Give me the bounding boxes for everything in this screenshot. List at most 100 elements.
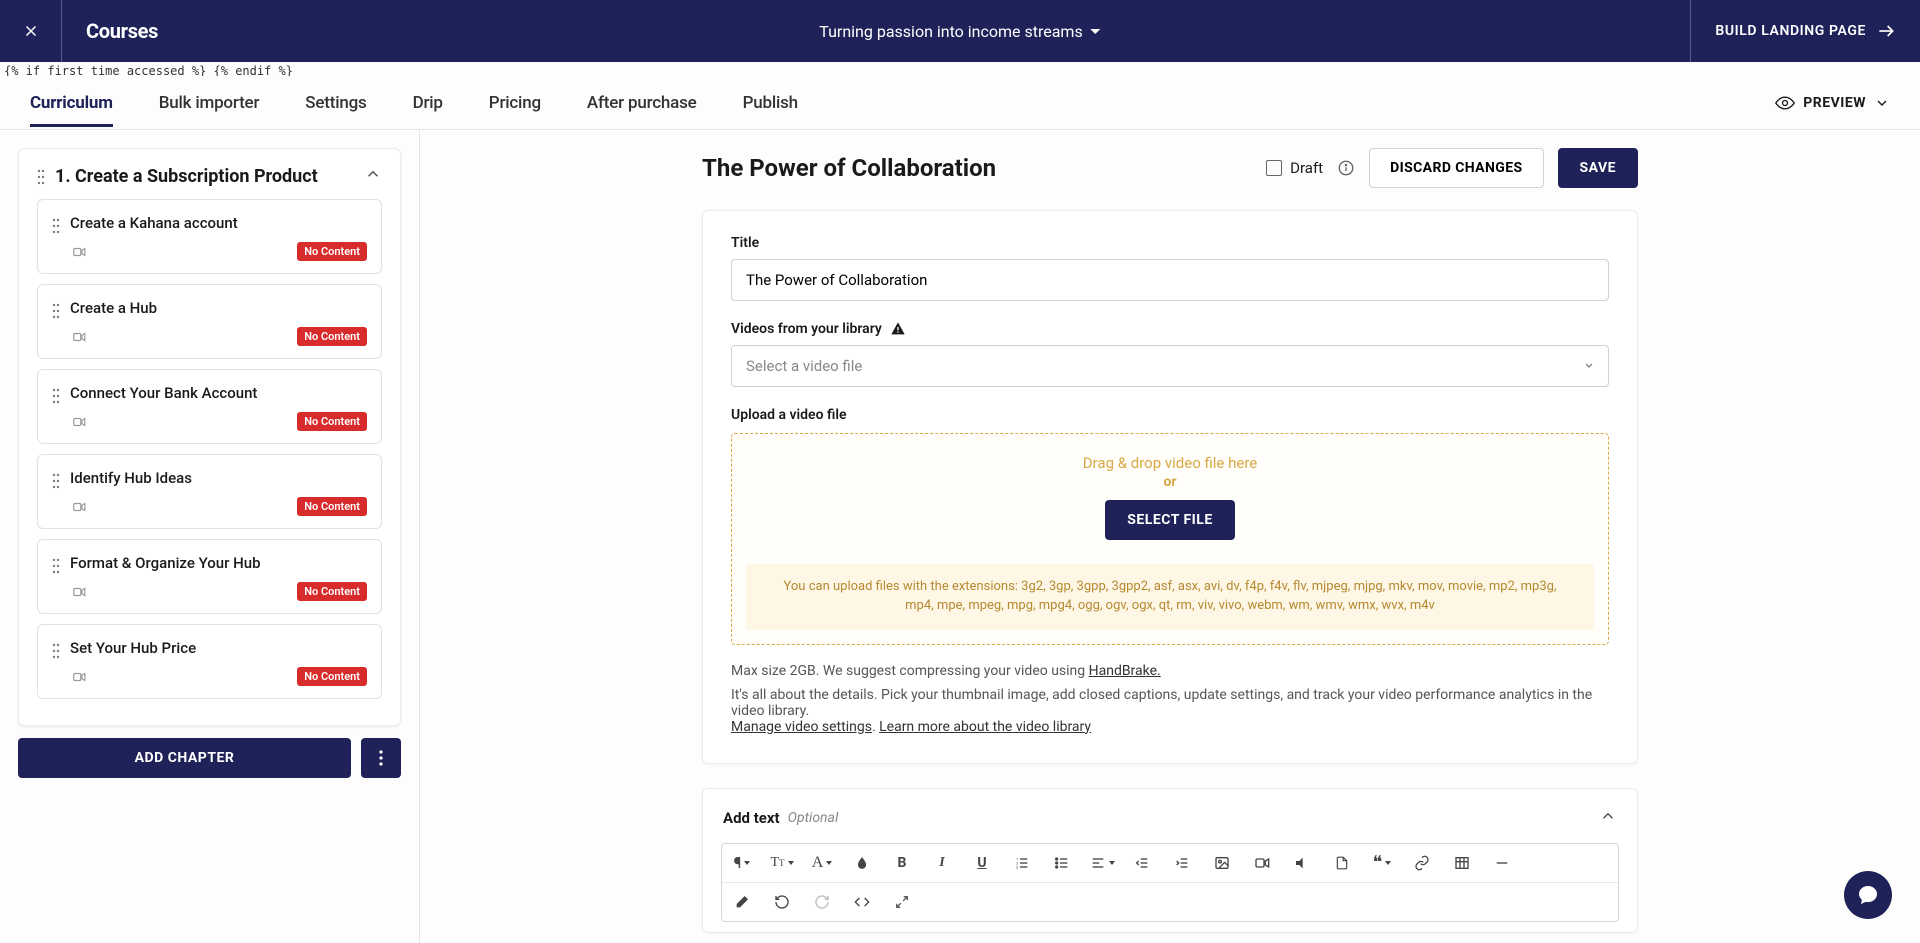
lesson-item[interactable]: Create a HubNo Content (37, 284, 382, 359)
video-icon (70, 585, 88, 599)
outdent-button[interactable] (1122, 844, 1162, 882)
insert-audio-button[interactable] (1282, 844, 1322, 882)
blockquote-button[interactable]: ❝ (1362, 844, 1402, 882)
drag-handle-icon[interactable] (52, 214, 60, 261)
tab-publish[interactable]: Publish (743, 79, 798, 127)
select-file-button[interactable]: SELECT FILE (1105, 500, 1234, 540)
upload-label: Upload a video file (731, 407, 1609, 423)
insert-video-button[interactable] (1242, 844, 1282, 882)
details-hint-text: It's all about the details. Pick your th… (731, 687, 1592, 719)
insert-image-button[interactable] (1202, 844, 1242, 882)
add-chapter-button[interactable]: ADD CHAPTER (18, 738, 351, 778)
no-content-badge: No Content (297, 242, 367, 261)
video-panel: Title Videos from your library Select a … (702, 210, 1638, 764)
ordered-list-button[interactable]: 123 (1002, 844, 1042, 882)
add-text-header[interactable]: Add text Optional (703, 789, 1637, 843)
lesson-list: Create a Kahana accountNo Content Create … (37, 199, 382, 709)
tab-pricing[interactable]: Pricing (489, 79, 541, 127)
lesson-item[interactable]: Create a Kahana accountNo Content (37, 199, 382, 274)
upload-dropzone[interactable]: Drag & drop video file here or SELECT FI… (731, 433, 1609, 645)
no-content-badge: No Content (297, 497, 367, 516)
insert-table-button[interactable] (1442, 844, 1482, 882)
tab-curriculum[interactable]: Curriculum (30, 79, 113, 127)
sidebar: 1. Create a Subscription Product Create … (0, 130, 420, 943)
chapter-more-button[interactable] (361, 738, 401, 778)
italic-button[interactable]: I (922, 844, 962, 882)
volume-icon (1294, 855, 1310, 871)
table-icon (1454, 855, 1470, 871)
indent-button[interactable] (1162, 844, 1202, 882)
align-button[interactable] (1082, 844, 1122, 882)
discard-button[interactable]: DISCARD CHANGES (1369, 148, 1543, 188)
title-input[interactable] (731, 259, 1609, 301)
save-button[interactable]: SAVE (1558, 148, 1639, 188)
library-label: Videos from your library (731, 321, 882, 337)
insert-file-button[interactable] (1322, 844, 1362, 882)
drag-handle-icon[interactable] (52, 639, 60, 686)
horizontal-rule-button[interactable] (1482, 844, 1522, 882)
unordered-list-button[interactable] (1042, 844, 1082, 882)
video-library-placeholder: Select a video file (746, 357, 862, 375)
insert-link-button[interactable] (1402, 844, 1442, 882)
video-library-select[interactable]: Select a video file (731, 345, 1609, 387)
preview-label: PREVIEW (1803, 95, 1866, 111)
warning-icon (890, 321, 906, 337)
build-landing-page-button[interactable]: BUILD LANDING PAGE (1690, 0, 1920, 62)
drag-handle-icon[interactable] (37, 165, 45, 185)
drag-handle-icon[interactable] (52, 299, 60, 346)
font-size-button[interactable]: TT (762, 844, 802, 882)
lesson-item[interactable]: Set Your Hub PriceNo Content (37, 624, 382, 699)
draft-checkbox[interactable] (1266, 160, 1282, 176)
handbrake-link[interactable]: HandBrake. (1089, 663, 1161, 679)
size-hint: Max size 2GB. We suggest compressing you… (731, 663, 1609, 679)
eraser-icon (734, 894, 750, 910)
chapter-collapse-toggle[interactable] (364, 165, 382, 187)
topbar: Courses Turning passion into income stre… (0, 0, 1920, 62)
lesson-title: Connect Your Bank Account (70, 384, 367, 402)
chevron-down-icon (1874, 95, 1890, 111)
tab-after-purchase[interactable]: After purchase (587, 79, 697, 127)
chapter-title: 1. Create a Subscription Product (55, 165, 354, 189)
undo-icon (774, 894, 790, 910)
lesson-item[interactable]: Identify Hub IdeasNo Content (37, 454, 382, 529)
draft-checkbox-group: Draft (1266, 159, 1323, 177)
tab-drip[interactable]: Drip (413, 79, 443, 127)
help-chat-button[interactable] (1844, 871, 1892, 919)
drag-handle-icon[interactable] (52, 384, 60, 431)
code-icon (854, 894, 870, 910)
add-text-collapse-toggle[interactable] (1599, 807, 1617, 829)
underline-button[interactable]: U (962, 844, 1002, 882)
code-view-button[interactable] (842, 883, 882, 921)
course-switcher[interactable]: Turning passion into income streams (819, 22, 1100, 41)
video-select-wrap: Select a video file (731, 345, 1609, 387)
template-stray-text: {% if first_time_accessed %} {% endif %} (0, 62, 1920, 76)
redo-button[interactable] (802, 883, 842, 921)
paragraph-format-button[interactable]: ¶ (722, 844, 762, 882)
draft-label: Draft (1290, 159, 1323, 177)
bold-button[interactable]: B (882, 844, 922, 882)
arrow-right-icon (1876, 21, 1896, 41)
undo-button[interactable] (762, 883, 802, 921)
tab-settings[interactable]: Settings (305, 79, 366, 127)
font-family-button[interactable]: A (802, 844, 842, 882)
rte-toolbar: ¶ TT A B I U 123 (721, 843, 1619, 922)
fullscreen-button[interactable] (882, 883, 922, 921)
learn-video-library-link[interactable]: Learn more about the video library (879, 719, 1091, 735)
manage-video-settings-link[interactable]: Manage video settings (731, 719, 872, 735)
tab-bulk-importer[interactable]: Bulk importer (159, 79, 260, 127)
drag-handle-icon[interactable] (52, 469, 60, 516)
library-label-row: Videos from your library (731, 321, 1609, 337)
size-hint-text: Max size 2GB. We suggest compressing you… (731, 663, 1089, 679)
clear-format-button[interactable] (722, 883, 762, 921)
image-icon (1214, 855, 1230, 871)
file-icon (1335, 855, 1349, 871)
title-label: Title (731, 235, 1609, 251)
lesson-item[interactable]: Connect Your Bank AccountNo Content (37, 369, 382, 444)
close-button[interactable] (0, 0, 62, 62)
draft-info-icon[interactable] (1337, 159, 1355, 177)
lesson-item[interactable]: Format & Organize Your HubNo Content (37, 539, 382, 614)
text-color-button[interactable] (842, 844, 882, 882)
drag-handle-icon[interactable] (52, 554, 60, 601)
preview-button[interactable]: PREVIEW (1775, 93, 1890, 113)
expand-icon (895, 895, 909, 909)
